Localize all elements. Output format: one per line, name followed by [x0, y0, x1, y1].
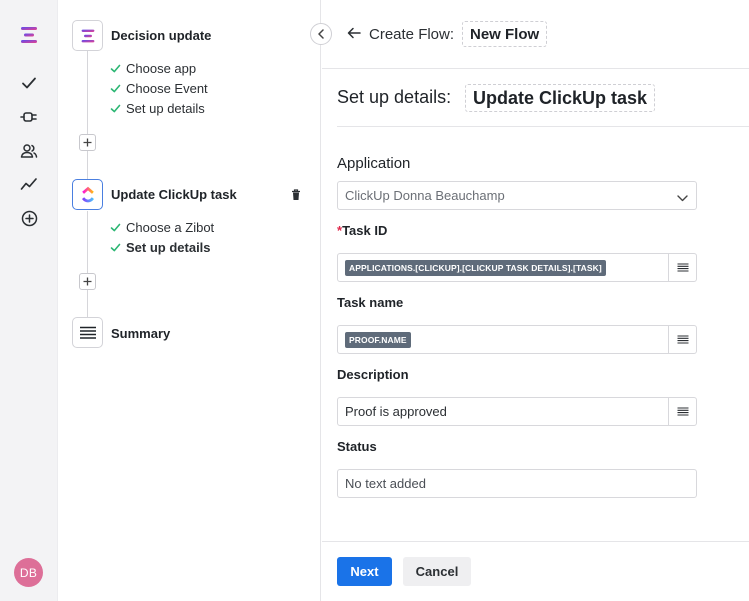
- chevron-left-icon: [318, 29, 324, 39]
- application-value: ClickUp Donna Beauchamp: [345, 188, 505, 203]
- top-bar: Create Flow: New Flow: [322, 0, 749, 69]
- variable-tag[interactable]: PROOF.NAME: [345, 331, 411, 348]
- check-icon: [110, 63, 121, 74]
- check-icon: [110, 242, 121, 253]
- avatar[interactable]: DB: [14, 558, 43, 587]
- step-title-decision-update[interactable]: Decision update: [111, 28, 211, 43]
- plug-icon[interactable]: [15, 103, 43, 131]
- chevron-down-icon: [677, 190, 688, 205]
- plus-icon: [83, 138, 92, 147]
- back-button[interactable]: [346, 25, 362, 41]
- task-name-field[interactable]: PROOF.NAME: [337, 325, 697, 354]
- flow-name-field[interactable]: New Flow: [462, 21, 548, 47]
- add-circle-icon[interactable]: [15, 204, 43, 232]
- trash-icon: [292, 189, 300, 200]
- variable-tag[interactable]: APPLICATIONS.[CLICKUP].[CLICKUP TASK DET…: [345, 259, 606, 276]
- application-label: Application: [337, 155, 411, 172]
- check-icon: [110, 222, 121, 233]
- divider: [337, 126, 749, 127]
- check-icon: [110, 83, 121, 94]
- description-value: Proof is approved: [345, 404, 447, 419]
- step-name-field[interactable]: Update ClickUp task: [465, 84, 656, 112]
- application-select[interactable]: ClickUp Donna Beauchamp: [337, 181, 697, 210]
- plus-icon: [83, 277, 92, 286]
- description-field[interactable]: Proof is approved: [337, 397, 697, 426]
- icon-rail: DB: [0, 0, 58, 601]
- create-flow-label: Create Flow:: [369, 26, 455, 43]
- insert-variable-button[interactable]: [668, 326, 696, 353]
- users-icon[interactable]: [15, 137, 43, 165]
- task-id-label: *Task ID: [337, 223, 388, 238]
- substep-set-up-details[interactable]: Set up details: [110, 101, 205, 116]
- footer: Next Cancel: [322, 541, 749, 601]
- substep-choose-a-zibot[interactable]: Choose a Zibot: [110, 220, 214, 235]
- next-button[interactable]: Next: [337, 557, 392, 586]
- add-step-button[interactable]: [79, 134, 96, 151]
- check-icon[interactable]: [15, 69, 43, 97]
- substep-choose-event[interactable]: Choose Event: [110, 81, 208, 96]
- substep-label: Set up details: [126, 101, 205, 116]
- text-lines-icon: [677, 335, 688, 344]
- step-title-summary[interactable]: Summary: [111, 326, 170, 341]
- substep-label: Choose app: [126, 61, 197, 76]
- task-name-value: PROOF.NAME: [345, 326, 411, 353]
- collapse-panel-button[interactable]: [310, 23, 332, 45]
- flow-steps-panel: Decision update Choose app Choose Event …: [58, 0, 321, 601]
- task-id-value: APPLICATIONS.[CLICKUP].[CLICKUP TASK DET…: [345, 254, 606, 281]
- arrow-left-icon: [347, 27, 361, 39]
- clickup-icon: [72, 179, 103, 210]
- substep-set-up-details-active[interactable]: Set up details: [110, 240, 211, 255]
- main-panel: Create Flow: New Flow Set up details: Up…: [322, 0, 749, 601]
- substep-choose-app[interactable]: Choose app: [110, 61, 196, 76]
- step-connector: [87, 211, 88, 317]
- app-logo-icon: [72, 20, 103, 51]
- insert-variable-button[interactable]: [668, 398, 696, 425]
- delete-step-button[interactable]: [289, 188, 303, 202]
- status-label: Status: [337, 439, 377, 454]
- status-field[interactable]: No text added: [337, 469, 697, 498]
- text-lines-icon: [677, 407, 688, 416]
- details-label: Set up details:: [337, 87, 452, 107]
- activity-icon[interactable]: [15, 170, 43, 198]
- substep-label: Choose Event: [126, 81, 208, 96]
- substep-label: Choose a Zibot: [126, 220, 215, 235]
- list-icon: [72, 317, 103, 348]
- app-logo-icon[interactable]: [15, 21, 43, 49]
- task-id-field[interactable]: APPLICATIONS.[CLICKUP].[CLICKUP TASK DET…: [337, 253, 697, 282]
- step-connector: [87, 51, 88, 179]
- insert-variable-button[interactable]: [668, 254, 696, 281]
- task-name-label: Task name: [337, 295, 404, 310]
- cancel-button[interactable]: Cancel: [403, 557, 471, 586]
- text-lines-icon: [677, 263, 688, 272]
- substep-label: Set up details: [126, 240, 211, 255]
- status-placeholder: No text added: [345, 476, 426, 491]
- step-title-update-clickup-task[interactable]: Update ClickUp task: [111, 187, 237, 202]
- add-step-button[interactable]: [79, 273, 96, 290]
- check-icon: [110, 103, 121, 114]
- description-label: Description: [337, 367, 409, 382]
